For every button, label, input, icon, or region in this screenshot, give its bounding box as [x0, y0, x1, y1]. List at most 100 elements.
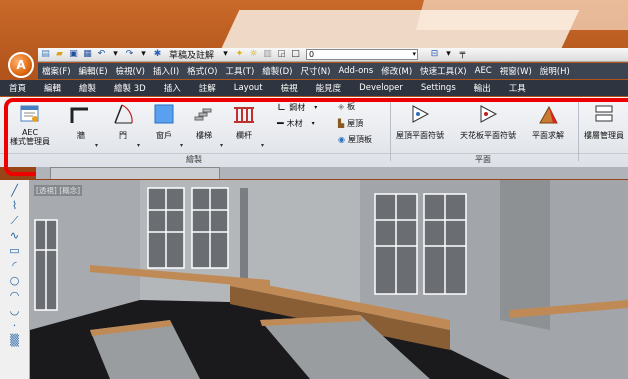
- tab-layout[interactable]: Layout: [225, 83, 272, 93]
- layer-lock-icon[interactable]: ▥: [262, 49, 273, 60]
- wall-icon: [70, 103, 92, 125]
- layer-value: 0: [309, 50, 315, 59]
- aec-style-manager-button[interactable]: AEC 樣式管理員: [10, 103, 50, 146]
- floor-manager-button[interactable]: 樓層管理員: [584, 103, 624, 140]
- background-decoration-2: [415, 0, 628, 30]
- tab-edit[interactable]: 編輯: [35, 82, 70, 94]
- tab-settings[interactable]: Settings: [412, 83, 465, 93]
- undo-icon[interactable]: ↶: [96, 49, 107, 60]
- menu-item-file[interactable]: 檔案(F): [38, 65, 75, 77]
- layer-sun-icon[interactable]: ☼: [248, 49, 259, 60]
- menu-item-edit[interactable]: 編輯(E): [75, 65, 112, 77]
- tab-developer[interactable]: Developer: [350, 83, 412, 93]
- document-tab-bar: [36, 167, 628, 179]
- arc-tool-icon[interactable]: ◜: [7, 259, 23, 272]
- new-file-icon[interactable]: ▤: [40, 49, 51, 60]
- plane-solve-button[interactable]: 平面求解: [532, 103, 564, 140]
- stair-button[interactable]: 樓梯: [193, 103, 215, 140]
- menu-item-tools[interactable]: 工具(T): [221, 65, 258, 77]
- application-menu-button[interactable]: A: [8, 52, 34, 78]
- ribbon-panel: AEC 樣式管理員 牆 ▾ 門 ▾ 窗戶 ▾ 樓梯 ▾ 欄杆 ▾ ∟ 鋼材 ▾ …: [0, 97, 628, 167]
- tab-draw-3d[interactable]: 繪製 3D: [105, 82, 155, 94]
- door-icon: [112, 103, 134, 125]
- menu-item-modify[interactable]: 修改(M): [377, 65, 416, 77]
- roof-button[interactable]: ▙ 屋頂: [338, 118, 363, 129]
- steel-icon: ∟: [277, 101, 287, 114]
- ribbon-group-label-bar: [0, 153, 628, 165]
- ceiling-plane-symbol-button[interactable]: 天花板平面符號: [460, 103, 516, 140]
- steel-button[interactable]: ∟ 鋼材 ▾: [277, 101, 317, 114]
- window-dropdown-icon[interactable]: ▾: [180, 142, 183, 149]
- roof-plane-symbol-button[interactable]: 屋頂平面符號: [396, 103, 444, 140]
- tab-annotate[interactable]: 註解: [190, 82, 225, 94]
- dropdown-arrow-icon[interactable]: ▾: [138, 49, 149, 60]
- open-folder-icon[interactable]: ▰: [54, 49, 65, 60]
- layer-on-bulb-icon[interactable]: ✦: [234, 49, 245, 60]
- wall-dropdown-icon[interactable]: ▾: [95, 142, 98, 149]
- polyline-tool-icon[interactable]: ⌇: [7, 199, 23, 212]
- group-separator: [390, 101, 391, 161]
- door-button[interactable]: 門: [112, 103, 134, 140]
- redo-icon[interactable]: ↷: [124, 49, 135, 60]
- slab-button[interactable]: ◈ 板: [338, 101, 355, 112]
- railing-button[interactable]: 欄杆: [233, 103, 255, 140]
- menu-item-view[interactable]: 檢視(V): [112, 65, 149, 77]
- circle-tool-icon[interactable]: ○: [7, 274, 23, 287]
- door-dropdown-icon[interactable]: ▾: [137, 142, 140, 149]
- stair-dropdown-icon[interactable]: ▾: [220, 142, 223, 149]
- menu-item-window[interactable]: 視窗(W): [496, 65, 536, 77]
- tab-draw[interactable]: 繪製: [70, 82, 105, 94]
- workspace-selector[interactable]: 草稿及註解: [166, 47, 217, 62]
- dropdown-arrow-icon[interactable]: ▾: [443, 49, 454, 60]
- railing-dropdown-icon[interactable]: ▾: [261, 142, 264, 149]
- tab-home[interactable]: 首頁: [0, 82, 35, 94]
- construction-line-icon[interactable]: ⟋: [7, 214, 23, 227]
- plane-solve-icon: [537, 103, 559, 125]
- aec-style-manager-label-2: 樣式管理員: [10, 137, 50, 146]
- layer-manager-icon[interactable]: ⊟: [429, 49, 440, 60]
- menu-item-draw[interactable]: 繪製(D): [258, 65, 296, 77]
- drawing-viewport[interactable]: [透視] [概念]: [30, 180, 628, 379]
- document-tab[interactable]: [50, 167, 220, 179]
- customize-toolbar-icon[interactable]: ╤: [457, 49, 468, 60]
- roof-slab-button[interactable]: ◉ 屋頂板: [338, 134, 372, 145]
- menu-bar: 檔案(F) 編輯(E) 檢視(V) 插入(I) 格式(O) 工具(T) 繪製(D…: [38, 63, 628, 79]
- chevron-down-icon: ▾: [412, 50, 417, 58]
- menu-item-format[interactable]: 格式(O): [183, 65, 221, 77]
- ellipse-arc-icon[interactable]: ◡: [7, 304, 23, 317]
- menu-item-dimension[interactable]: 尺寸(N): [296, 65, 334, 77]
- menu-item-addons[interactable]: Add-ons: [334, 66, 377, 76]
- railing-icon: [233, 103, 255, 125]
- spline-tool-icon[interactable]: ∿: [7, 229, 23, 242]
- plane-solve-label: 平面求解: [532, 131, 564, 140]
- viewport-label[interactable]: [透視] [概念]: [34, 185, 83, 196]
- floor-manager-icon: [593, 103, 615, 125]
- tab-view[interactable]: 檢視: [272, 82, 307, 94]
- workspace-gear-icon[interactable]: ✱: [152, 49, 163, 60]
- layer-selector[interactable]: 0 ▾: [306, 49, 419, 60]
- menu-item-quick-tools[interactable]: 快速工具(X): [416, 65, 470, 77]
- tab-output[interactable]: 輸出: [465, 82, 500, 94]
- save-icon[interactable]: ▣: [68, 49, 79, 60]
- layer-color-icon[interactable]: □: [290, 49, 301, 60]
- line-tool-icon[interactable]: ╱: [7, 184, 23, 197]
- timber-label: 木材: [286, 119, 303, 128]
- timber-button[interactable]: ━ 木材 ▾: [277, 117, 315, 130]
- slab-label: 板: [347, 102, 356, 111]
- hatch-tool-icon[interactable]: ▒: [7, 334, 23, 347]
- window-button[interactable]: 窗戶: [153, 103, 175, 140]
- tab-insert[interactable]: 插入: [155, 82, 190, 94]
- tab-visibility[interactable]: 能見度: [307, 82, 351, 94]
- save-as-icon[interactable]: ▦: [82, 49, 93, 60]
- menu-item-aec[interactable]: AEC: [471, 66, 496, 76]
- ellipse-tool-icon[interactable]: ◠: [7, 289, 23, 302]
- tab-tools[interactable]: 工具: [500, 82, 535, 94]
- menu-item-help[interactable]: 說明(H): [536, 65, 574, 77]
- point-tool-icon[interactable]: ·: [7, 319, 23, 332]
- rectangle-tool-icon[interactable]: ▭: [7, 244, 23, 257]
- dropdown-arrow-icon[interactable]: ▾: [220, 49, 231, 60]
- layer-properties-icon[interactable]: ◲: [276, 49, 287, 60]
- wall-button[interactable]: 牆: [70, 103, 92, 140]
- dropdown-arrow-icon[interactable]: ▾: [110, 49, 121, 60]
- menu-item-insert[interactable]: 插入(I): [149, 65, 183, 77]
